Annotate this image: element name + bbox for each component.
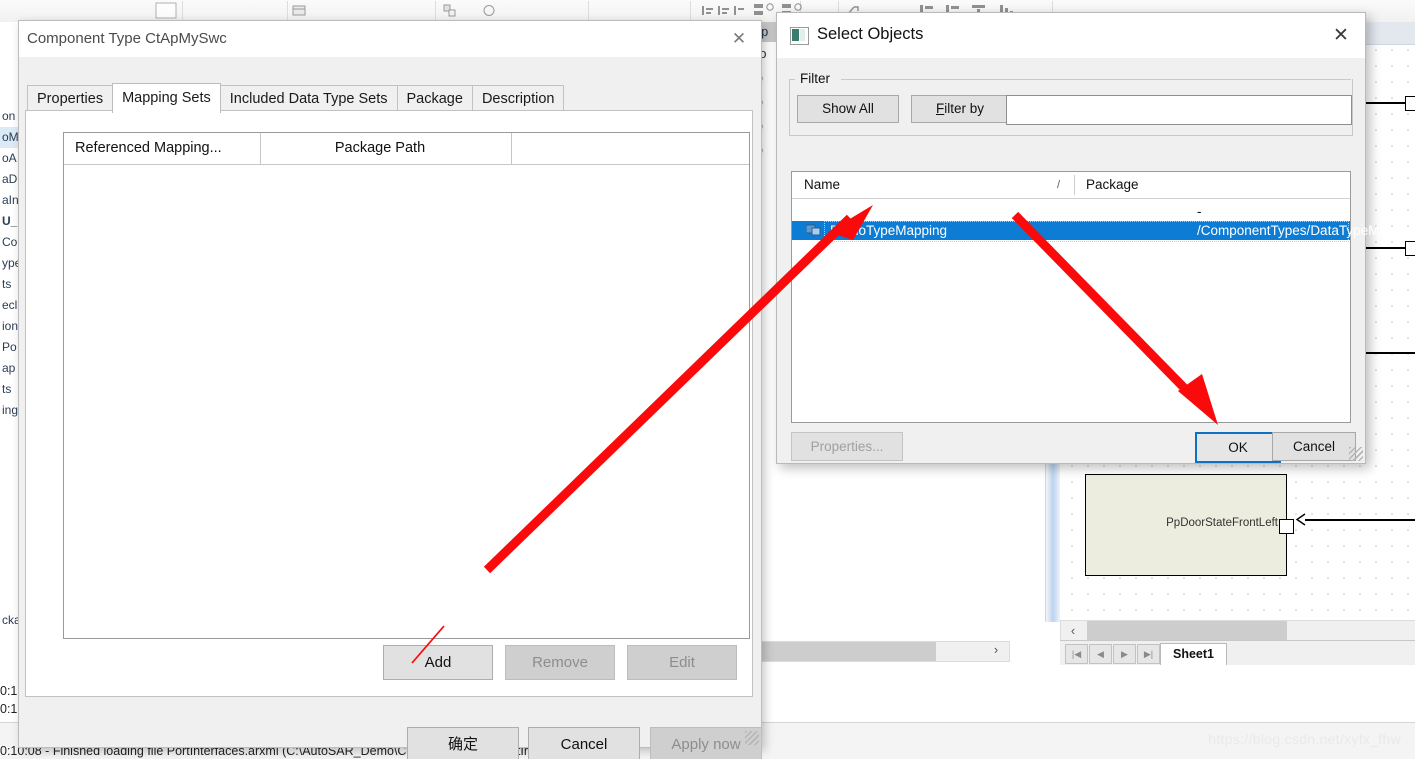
component-type-dialog[interactable]: Component Type CtApMySwc ✕ Properties Map… [18, 20, 762, 759]
dialog-title-bar: Select Objects ✕ [777, 13, 1365, 58]
swc-port-square[interactable] [1279, 519, 1294, 534]
filter-group-border-left [789, 79, 795, 80]
sheet-nav-button[interactable]: ◀ [1089, 644, 1112, 664]
scroll-thumb[interactable] [756, 642, 936, 661]
dialog-footer: 确定 Cancel Apply now [19, 705, 762, 759]
window-icon [790, 27, 809, 45]
close-icon[interactable]: ✕ [1323, 21, 1359, 51]
sort-indicator-icon: / [1057, 179, 1061, 191]
tab-included-data-type-sets[interactable]: Included Data Type Sets [219, 85, 398, 113]
add-button[interactable]: Add [383, 645, 493, 680]
grid-header: Referenced Mapping... Package Path [64, 133, 749, 165]
filter-by-mnemonic: F [935, 101, 945, 116]
tab-package[interactable]: Package [396, 85, 473, 113]
header-divider[interactable] [1074, 175, 1075, 195]
list-item-package: - [1197, 204, 1202, 219]
scroll-left-arrow[interactable]: ‹ [1064, 621, 1082, 640]
scroll-thumb[interactable] [1087, 621, 1287, 640]
grid-column-header[interactable]: Package Path [249, 133, 512, 164]
select-objects-dialog[interactable]: Select Objects ✕ Filter Show All Filter … [776, 12, 1415, 464]
watermark: https://blog.csdn.net/xyfx_fhw [1208, 731, 1401, 747]
filter-input[interactable] [1006, 95, 1352, 125]
dialog-title: Select Objects [817, 25, 924, 43]
page-icon[interactable] [152, 2, 180, 20]
mapping-sets-pane: Referenced Mapping... Package Path Add Rem… [25, 110, 753, 697]
status-line-1: 0:1 [0, 684, 18, 698]
grid-column-header[interactable] [511, 133, 759, 164]
ok-button[interactable]: OK [1195, 432, 1281, 463]
toolbar-separator [182, 1, 183, 21]
hscrollbar-canvas[interactable]: ‹ [1060, 620, 1415, 641]
filter-by-button[interactable]: Filter by [911, 95, 1009, 123]
properties-button: Properties... [791, 432, 903, 461]
list-item[interactable]: - [792, 202, 1350, 221]
mapping-set-icon [806, 224, 821, 236]
dialog-footer: Properties... OK Cancel [777, 427, 1365, 463]
tab-strip[interactable]: Properties Mapping Sets Included Data Type… [27, 83, 565, 113]
resize-grip[interactable] [745, 731, 759, 745]
column-header-name[interactable]: Name [804, 172, 840, 198]
alignment-tools-icon[interactable] [700, 3, 746, 18]
swc-block[interactable]: PpDoorStateFrontLeft [1085, 474, 1287, 576]
tab-mapping-sets[interactable]: Mapping Sets [112, 83, 221, 113]
resize-grip[interactable] [1349, 447, 1363, 461]
status-line-2: 0:1 [0, 702, 18, 716]
hscrollbar-center[interactable]: › [755, 641, 1010, 662]
tab-description[interactable]: Description [471, 85, 565, 113]
filter-by-rest: ilter by [944, 101, 984, 116]
list-item[interactable]: DemoTypeMapping/ComponentTypes/DataTypeM… [792, 221, 1415, 242]
footer-cancel-button[interactable]: Cancel [528, 727, 640, 759]
swc-port-label: PpDoorStateFrontLeft [1166, 517, 1278, 529]
filter-group: Filter Show All Filter by [789, 71, 1353, 136]
close-icon[interactable]: ✕ [717, 21, 761, 57]
sheet-nav-button[interactable]: |◀ [1065, 644, 1088, 664]
grid-column-header[interactable]: Referenced Mapping... [64, 133, 261, 164]
sheet-nav-button[interactable]: ▶ [1113, 644, 1136, 664]
connector-line [1305, 519, 1415, 521]
dialog-title: Component Type CtApMySwc [27, 30, 227, 47]
objects-list[interactable]: Name / Package - DemoTypeMapping/Componen… [791, 171, 1415, 423]
edit-button: Edit [627, 645, 737, 680]
dialog-body: Properties Mapping Sets Included Data Type… [19, 57, 762, 759]
grid-properties-icon[interactable] [292, 3, 306, 18]
column-header-package[interactable]: Package [1086, 172, 1139, 198]
sheet-nav-button[interactable]: ▶| [1137, 644, 1160, 664]
grid-action-buttons: Add Remove Edit [383, 645, 749, 680]
remove-button: Remove [505, 645, 615, 680]
show-all-button[interactable]: Show All [797, 95, 899, 123]
scroll-right-arrow[interactable]: › [985, 642, 1007, 661]
dialog-title-bar: Component Type CtApMySwc ✕ [19, 21, 761, 57]
filter-group-border-right [841, 79, 1351, 80]
filter-legend: Filter [797, 71, 833, 86]
other-connector-icon[interactable] [443, 3, 457, 18]
diagram-port[interactable] [1405, 96, 1415, 111]
diagram-port[interactable] [1405, 241, 1415, 256]
toolbar-separator [690, 1, 691, 21]
sheet-tab-sheet1[interactable]: Sheet1 [1160, 643, 1227, 665]
mapping-sets-grid[interactable]: Referenced Mapping... Package Path [63, 132, 750, 639]
cancel-button[interactable]: Cancel [1272, 432, 1356, 461]
list-item-name: DemoTypeMapping [830, 223, 948, 238]
footer-confirm-button[interactable]: 确定 [407, 727, 519, 759]
list-header: Name / Package [792, 172, 1350, 199]
sheet-tab-bar: |◀ ◀ ▶ ▶| Sheet1 [1060, 640, 1415, 665]
circle-icon[interactable] [482, 3, 496, 18]
toolbar-separator [287, 1, 288, 21]
toolbar-separator [588, 1, 589, 21]
toolbar-separator [435, 1, 436, 21]
tab-properties[interactable]: Properties [27, 85, 114, 113]
list-item-package: /ComponentTypes/DataTypeMappingSets [1197, 223, 1415, 238]
